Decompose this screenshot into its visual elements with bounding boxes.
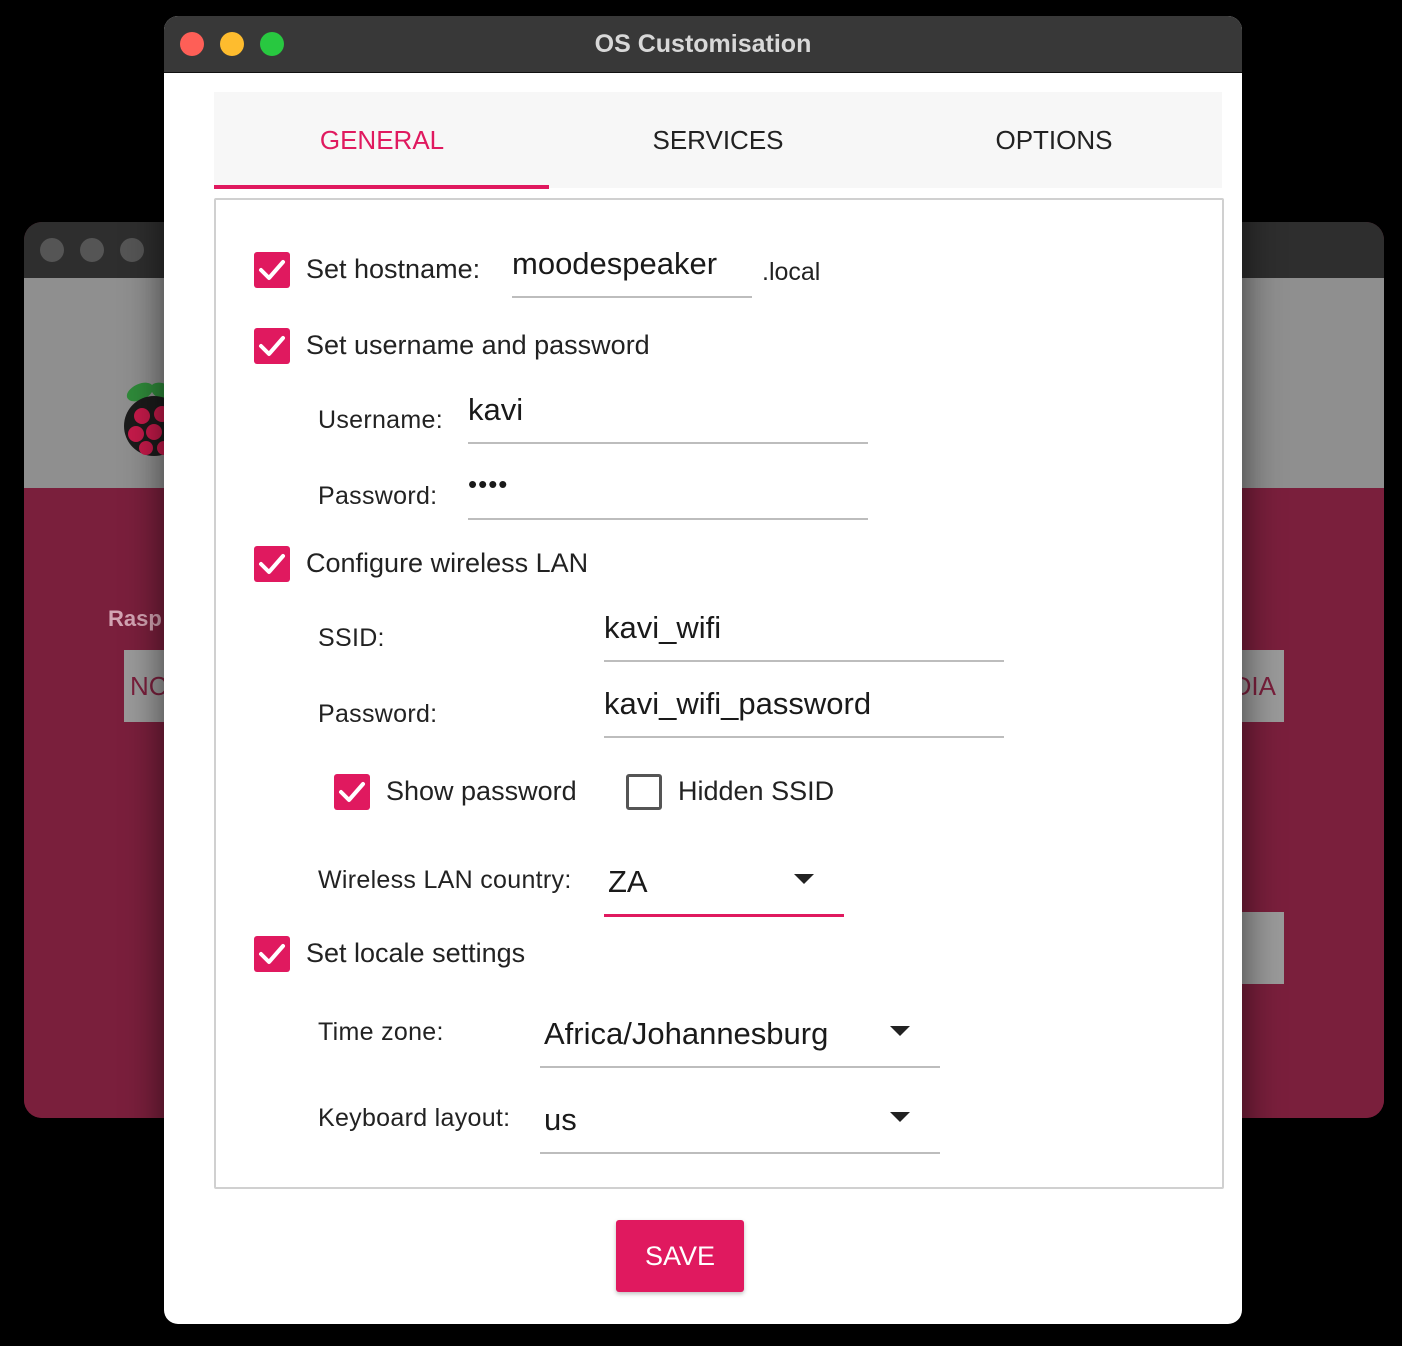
wireless-lan-country-label: Wireless LAN country:	[318, 866, 572, 894]
username-input[interactable]: kavi	[468, 382, 868, 444]
chevron-down-icon	[794, 874, 814, 884]
username-label: Username:	[318, 406, 443, 434]
set-hostname-checkbox[interactable]	[254, 252, 290, 288]
window-title: OS Customisation	[594, 30, 812, 58]
show-password-checkbox[interactable]	[334, 774, 370, 810]
user-password-value: ••••	[468, 469, 509, 499]
checkmark-icon	[259, 336, 285, 356]
wireless-lan-country-value: ZA	[608, 864, 648, 899]
configure-wireless-lan-label: Configure wireless LAN	[306, 548, 589, 578]
hostname-suffix: .local	[762, 258, 821, 286]
tab-general[interactable]: GENERAL	[214, 92, 550, 188]
time-zone-select[interactable]: Africa/Johannesburg	[540, 1004, 940, 1068]
user-password-label: Password:	[318, 482, 438, 510]
username-value: kavi	[468, 392, 524, 427]
wifi-password-label: Password:	[318, 700, 438, 728]
wireless-lan-country-select[interactable]: ZA	[604, 852, 844, 917]
chevron-down-icon	[890, 1026, 910, 1036]
ssid-label: SSID:	[318, 624, 385, 652]
os-customisation-dialog: OS Customisation GENERAL SERVICES OPTION…	[164, 16, 1242, 1324]
background-device-label: Rasp	[108, 606, 162, 631]
ssid-value: kavi_wifi	[604, 610, 722, 645]
chevron-down-icon	[890, 1112, 910, 1122]
time-zone-label: Time zone:	[318, 1018, 444, 1046]
tab-bar: GENERAL SERVICES OPTIONS	[214, 92, 1222, 189]
tab-services[interactable]: SERVICES	[550, 92, 886, 188]
hidden-ssid-checkbox[interactable]	[626, 774, 662, 810]
configure-wireless-lan-checkbox[interactable]	[254, 546, 290, 582]
checkmark-icon	[259, 554, 285, 574]
set-username-password-label: Set username and password	[306, 330, 650, 360]
keyboard-layout-label: Keyboard layout:	[318, 1104, 511, 1132]
set-username-password-checkbox[interactable]	[254, 328, 290, 364]
tab-options[interactable]: OPTIONS	[886, 92, 1222, 188]
hidden-ssid-label: Hidden SSID	[678, 776, 835, 806]
active-tab-indicator	[214, 185, 549, 189]
ssid-input[interactable]: kavi_wifi	[604, 600, 1004, 662]
user-password-input[interactable]: ••••	[468, 458, 868, 520]
background-minimize-dot	[80, 238, 104, 262]
checkmark-icon	[259, 944, 285, 964]
save-button[interactable]: SAVE	[616, 1220, 744, 1292]
hostname-input[interactable]: moodespeaker	[512, 236, 752, 298]
titlebar: OS Customisation	[164, 16, 1242, 73]
time-zone-value: Africa/Johannesburg	[544, 1016, 829, 1051]
keyboard-layout-value: us	[544, 1102, 577, 1137]
checkmark-icon	[259, 260, 285, 280]
background-zoom-dot	[120, 238, 144, 262]
checkmark-icon	[339, 782, 365, 802]
set-hostname-label: Set hostname:	[306, 254, 481, 284]
show-password-label: Show password	[386, 776, 577, 806]
wifi-password-input[interactable]: kavi_wifi_password	[604, 676, 1004, 738]
background-close-dot	[40, 238, 64, 262]
wifi-password-value: kavi_wifi_password	[604, 686, 872, 721]
set-locale-settings-label: Set locale settings	[306, 938, 526, 968]
keyboard-layout-select[interactable]: us	[540, 1090, 940, 1154]
set-locale-settings-checkbox[interactable]	[254, 936, 290, 972]
hostname-value: moodespeaker	[512, 246, 718, 281]
